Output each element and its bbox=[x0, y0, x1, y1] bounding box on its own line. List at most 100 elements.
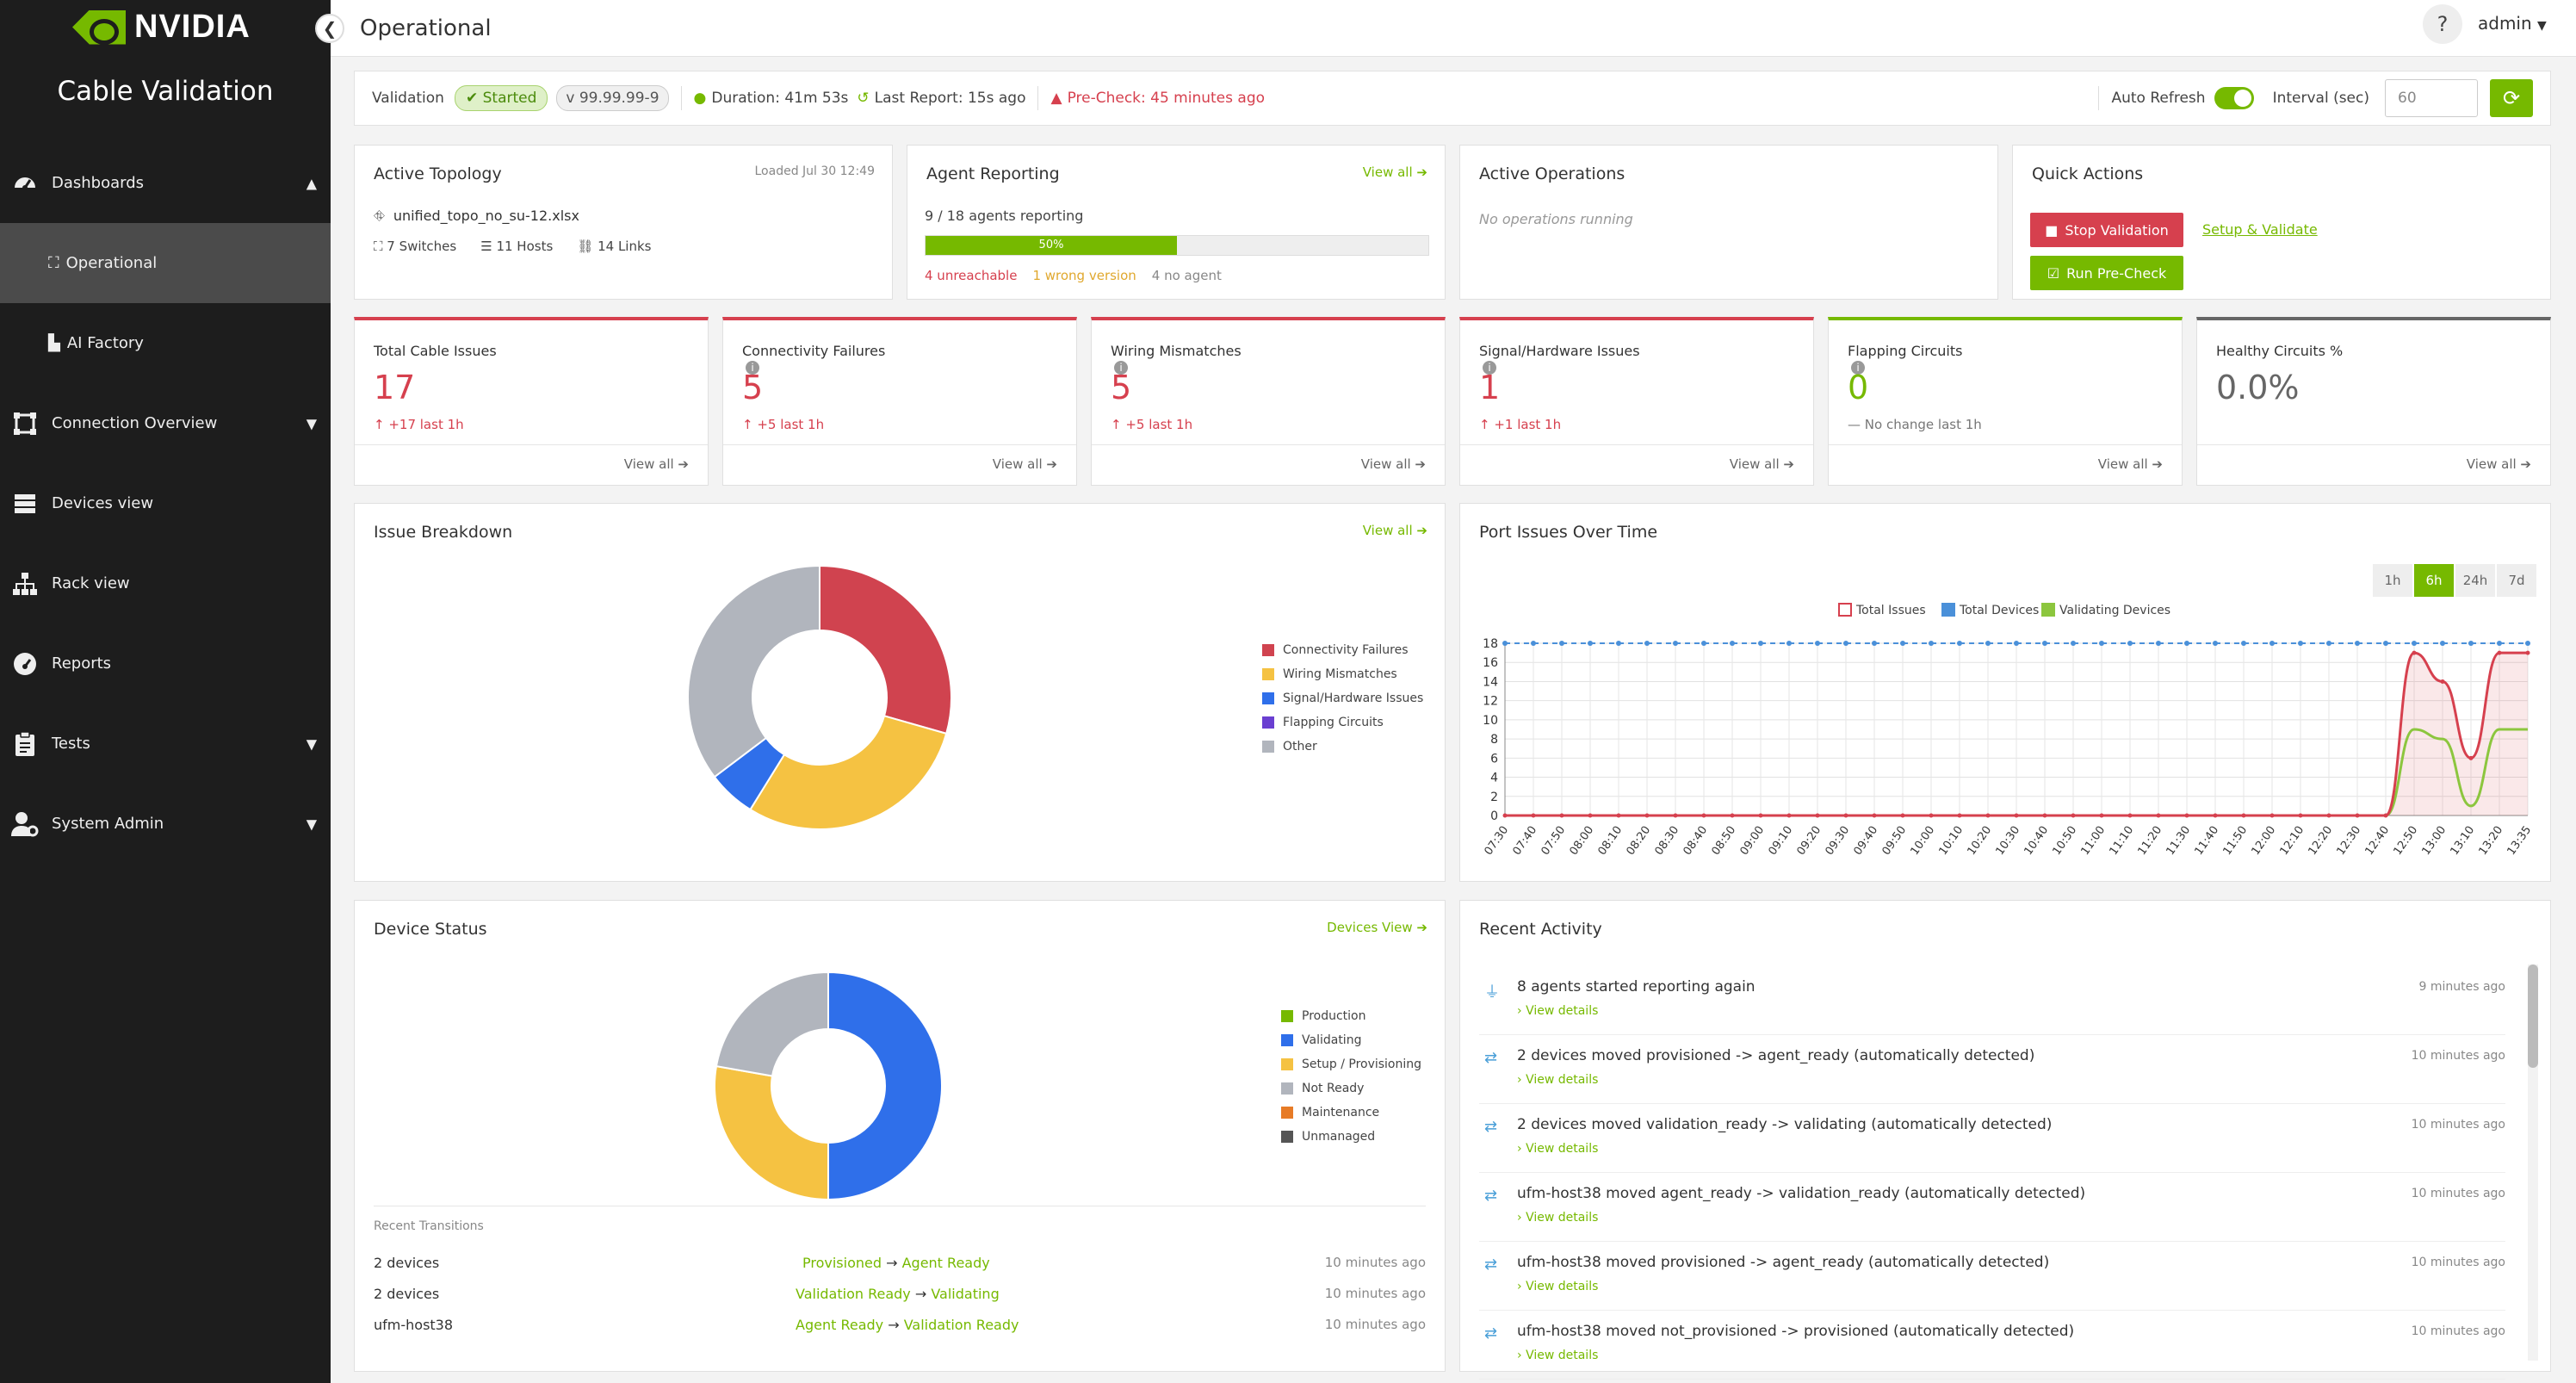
total-issues-point[interactable] bbox=[2127, 813, 2133, 818]
total-devices-point[interactable] bbox=[1758, 641, 1763, 646]
sidebar-item-tests[interactable]: Tests ▼ bbox=[0, 704, 331, 784]
sidebar-item-reports[interactable]: Reports bbox=[0, 623, 331, 704]
view-details-link[interactable]: › View details bbox=[1517, 1280, 1598, 1293]
view-all-link[interactable]: View all ➔ bbox=[1363, 523, 1427, 538]
view-details-link[interactable]: › View details bbox=[1517, 1073, 1598, 1087]
help-button[interactable]: ? bbox=[2423, 4, 2462, 44]
auto-refresh-toggle[interactable] bbox=[2214, 87, 2254, 109]
total-devices-point[interactable] bbox=[2156, 641, 2161, 646]
total-devices-point[interactable] bbox=[2497, 641, 2502, 646]
total-devices-point[interactable] bbox=[2383, 641, 2388, 646]
total-issues-point[interactable] bbox=[2412, 650, 2417, 655]
total-issues-point[interactable] bbox=[1644, 813, 1650, 818]
total-devices-point[interactable] bbox=[2042, 641, 2047, 646]
total-devices-point[interactable] bbox=[1786, 641, 1792, 646]
legend-item[interactable]: Wiring Mismatches bbox=[1262, 662, 1423, 686]
total-issues-point[interactable] bbox=[1872, 813, 1877, 818]
total-devices-point[interactable] bbox=[2440, 641, 2445, 646]
devices-view-link[interactable]: Devices View ➔ bbox=[1327, 920, 1427, 935]
total-issues-point[interactable] bbox=[1559, 813, 1564, 818]
setup-validate-link[interactable]: Setup & Validate bbox=[2202, 221, 2318, 238]
total-issues-point[interactable] bbox=[2213, 813, 2218, 818]
total-issues-point[interactable] bbox=[2468, 755, 2474, 760]
user-menu[interactable]: admin ▼ bbox=[2478, 13, 2547, 34]
total-issues-point[interactable] bbox=[2355, 813, 2360, 818]
total-devices-point[interactable] bbox=[2468, 641, 2474, 646]
legend-item[interactable]: Total Issues bbox=[1838, 603, 1926, 617]
stop-validation-button[interactable]: ■ Stop Validation bbox=[2030, 213, 2183, 247]
total-issues-point[interactable] bbox=[2241, 813, 2246, 818]
no-agent-count[interactable]: 4 no agent bbox=[1152, 268, 1222, 283]
legend-item[interactable]: Validating Devices bbox=[2041, 603, 2170, 617]
total-devices-point[interactable] bbox=[2326, 641, 2331, 646]
total-issues-point[interactable] bbox=[2440, 679, 2445, 684]
legend-item[interactable]: Unmanaged bbox=[1281, 1125, 1421, 1149]
view-all-link[interactable]: View all ➔ bbox=[1361, 456, 1426, 472]
sidebar-item-operational[interactable]: ⛶ Operational bbox=[0, 223, 331, 303]
legend-item[interactable]: Connectivity Failures bbox=[1262, 638, 1423, 662]
nvidia-logo[interactable]: NVIDIA bbox=[72, 9, 251, 46]
total-issues-point[interactable] bbox=[1985, 813, 1991, 818]
sidebar-item-system-admin[interactable]: System Admin ▼ bbox=[0, 784, 331, 864]
view-details-link[interactable]: › View details bbox=[1517, 1349, 1598, 1362]
total-issues-point[interactable] bbox=[2014, 813, 2019, 818]
total-issues-point[interactable] bbox=[2525, 650, 2530, 655]
total-devices-point[interactable] bbox=[2184, 641, 2189, 646]
legend-item[interactable]: Production bbox=[1281, 1004, 1421, 1028]
total-issues-point[interactable] bbox=[1929, 813, 1934, 818]
sidebar-item-ai-factory[interactable]: ▙ AI Factory bbox=[0, 303, 331, 383]
view-details-link[interactable]: › View details bbox=[1517, 1142, 1598, 1156]
legend-item[interactable]: Signal/Hardware Issues bbox=[1262, 686, 1423, 710]
total-devices-point[interactable] bbox=[2127, 641, 2133, 646]
legend-item[interactable]: Other bbox=[1262, 735, 1423, 759]
total-issues-point[interactable] bbox=[1786, 813, 1792, 818]
total-devices-point[interactable] bbox=[2298, 641, 2303, 646]
unreachable-count[interactable]: 4 unreachable bbox=[925, 268, 1017, 283]
interval-input[interactable]: 60 bbox=[2385, 79, 2478, 117]
view-details-link[interactable]: › View details bbox=[1517, 1004, 1598, 1018]
total-devices-point[interactable] bbox=[2241, 641, 2246, 646]
total-devices-point[interactable] bbox=[1929, 641, 1934, 646]
view-all-link[interactable]: View all ➔ bbox=[2098, 456, 2163, 472]
wrong-version-count[interactable]: 1 wrong version bbox=[1032, 268, 1136, 283]
total-devices-point[interactable] bbox=[1843, 641, 1848, 646]
total-issues-point[interactable] bbox=[1588, 813, 1593, 818]
legend-item[interactable]: Flapping Circuits bbox=[1262, 710, 1423, 735]
total-devices-point[interactable] bbox=[1531, 641, 1536, 646]
total-devices-point[interactable] bbox=[1502, 641, 1508, 646]
donut-slice[interactable] bbox=[715, 971, 829, 1077]
total-issues-point[interactable] bbox=[2298, 813, 2303, 818]
sidebar-collapse-button[interactable]: ❮ bbox=[315, 14, 344, 43]
total-issues-point[interactable] bbox=[1815, 813, 1820, 818]
total-issues-point[interactable] bbox=[1502, 813, 1508, 818]
legend-item[interactable]: Setup / Provisioning bbox=[1281, 1052, 1421, 1076]
total-devices-point[interactable] bbox=[1559, 641, 1564, 646]
total-issues-point[interactable] bbox=[1531, 813, 1536, 818]
total-issues-point[interactable] bbox=[1900, 813, 1905, 818]
total-devices-point[interactable] bbox=[1900, 641, 1905, 646]
total-issues-point[interactable] bbox=[2383, 813, 2388, 818]
total-devices-point[interactable] bbox=[1957, 641, 1962, 646]
activity-scrollbar[interactable] bbox=[2528, 964, 2538, 1361]
total-issues-point[interactable] bbox=[2326, 813, 2331, 818]
total-issues-point[interactable] bbox=[2269, 813, 2275, 818]
total-devices-point[interactable] bbox=[2355, 641, 2360, 646]
donut-slice[interactable] bbox=[749, 715, 948, 830]
total-issues-point[interactable] bbox=[2099, 813, 2104, 818]
total-issues-point[interactable] bbox=[1673, 813, 1678, 818]
view-details-link[interactable]: › View details bbox=[1517, 1211, 1598, 1225]
legend-item[interactable]: Total Devices bbox=[1941, 603, 2039, 617]
donut-slice[interactable] bbox=[714, 1064, 829, 1201]
total-issues-point[interactable] bbox=[2184, 813, 2189, 818]
total-devices-point[interactable] bbox=[1616, 641, 1621, 646]
run-precheck-button[interactable]: ☑ Run Pre-Check bbox=[2030, 256, 2183, 290]
donut-slice[interactable] bbox=[827, 971, 943, 1201]
total-devices-point[interactable] bbox=[1815, 641, 1820, 646]
sidebar-item-connection-overview[interactable]: Connection Overview ▼ bbox=[0, 383, 331, 463]
total-devices-point[interactable] bbox=[1985, 641, 1991, 646]
total-issues-point[interactable] bbox=[2156, 813, 2161, 818]
total-devices-point[interactable] bbox=[1673, 641, 1678, 646]
total-devices-point[interactable] bbox=[1644, 641, 1650, 646]
total-issues-point[interactable] bbox=[2071, 813, 2076, 818]
total-issues-point[interactable] bbox=[1616, 813, 1621, 818]
